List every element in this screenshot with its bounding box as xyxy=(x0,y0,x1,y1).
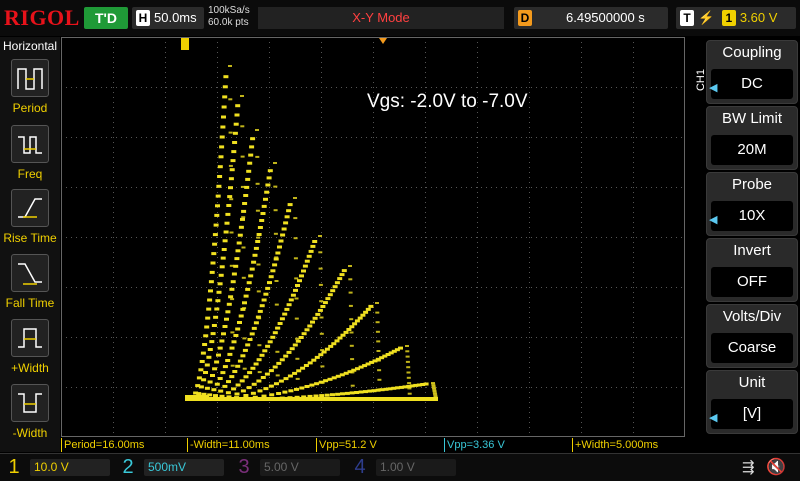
period-icon xyxy=(11,59,49,97)
channel-2[interactable]: 2 500mV xyxy=(116,454,226,481)
meas-vpp-ch1[interactable]: Vpp=51.2 V xyxy=(316,438,443,452)
trigger-source: 1 xyxy=(721,10,736,26)
meas-period[interactable]: Period=16.00ms xyxy=(61,438,186,452)
channel-4[interactable]: 4 1.00 V xyxy=(348,454,458,481)
top-status-bar: RIGOL T'D H 50.0ms 100kSa/s 60.0k pts X-Y… xyxy=(0,0,800,36)
rise-time-label: Rise Time xyxy=(3,231,57,245)
positive-width-icon xyxy=(11,319,49,357)
menu-title: Horizontal xyxy=(2,39,58,53)
trigger-level: 3.60 V xyxy=(739,10,778,25)
left-arrow-icon: ◀ xyxy=(709,412,718,424)
measure-negative-width-button[interactable]: -Width xyxy=(0,384,60,440)
coupling-value: DC xyxy=(711,69,793,99)
channel-4-number: 4 xyxy=(354,456,366,478)
meas-pos-width[interactable]: +Width=5.000ms xyxy=(572,438,699,452)
volts-div-button[interactable]: Volts/Div Coarse xyxy=(706,304,798,368)
left-arrow-icon: ◀ xyxy=(709,214,718,226)
trigger-tag: T xyxy=(680,10,694,26)
trigger-display[interactable]: T ⚡ 1 3.60 V xyxy=(676,7,796,29)
coupling-button[interactable]: Coupling DC ◀ xyxy=(706,40,798,104)
period-label: Period xyxy=(12,101,48,115)
sample-rate: 100kSa/s xyxy=(208,5,250,16)
probe-title: Probe xyxy=(731,176,773,193)
channel-2-number: 2 xyxy=(122,456,134,478)
invert-value: OFF xyxy=(711,267,793,297)
timebase-tag: H xyxy=(136,10,150,26)
invert-title: Invert xyxy=(733,242,771,259)
frequency-icon xyxy=(11,125,49,163)
annotation-label: Vgs: -2.0V to -7.0V xyxy=(367,91,528,112)
positive-width-label: +Width xyxy=(11,361,49,375)
horizontal-measure-menu: Horizontal Period Freq Rise Time Fall Ti… xyxy=(0,37,60,452)
mute-icon[interactable]: 🔇 xyxy=(766,457,786,477)
channel-4-scale: 1.00 V xyxy=(376,459,456,476)
probe-button[interactable]: Probe 10X ◀ xyxy=(706,172,798,236)
negative-width-icon xyxy=(11,384,49,422)
measurement-bar: Period=16.00ms -Width=11.00ms Vpp=51.2 V… xyxy=(61,438,700,452)
fall-time-label: Fall Time xyxy=(5,296,55,310)
channel-1-scale: 10.0 V xyxy=(30,459,110,476)
fall-time-icon xyxy=(11,254,49,292)
bw-limit-title: BW Limit xyxy=(722,110,782,127)
left-arrow-icon: ◀ xyxy=(709,82,718,94)
delay-value: 6.49500000 s xyxy=(566,10,645,25)
channel-2-scale: 500mV xyxy=(144,459,224,476)
unit-title: Unit xyxy=(738,374,766,391)
meas-vpp-ch2[interactable]: Vpp=3.36 V xyxy=(444,438,571,452)
freq-label: Freq xyxy=(17,167,43,181)
probe-value: 10X xyxy=(711,201,793,231)
usb-icon: ⇶ xyxy=(742,459,755,476)
negative-width-label: -Width xyxy=(12,426,48,440)
measure-fall-time-button[interactable]: Fall Time xyxy=(0,254,60,310)
measure-period-button[interactable]: Period xyxy=(0,59,60,115)
mode-label: X-Y Mode xyxy=(258,7,504,29)
timebase-display[interactable]: H 50.0ms xyxy=(132,7,204,29)
meas-neg-width[interactable]: -Width=11.00ms xyxy=(187,438,316,452)
timebase-value: 50.0ms xyxy=(154,10,197,25)
delay-tag: D xyxy=(518,10,532,26)
channel-1-number: 1 xyxy=(8,456,20,478)
delay-display[interactable]: D 6.49500000 s xyxy=(514,7,668,29)
channel-3-number: 3 xyxy=(238,456,250,478)
rise-time-icon xyxy=(11,189,49,227)
sample-points: 60.0k pts xyxy=(208,17,249,28)
measure-positive-width-button[interactable]: +Width xyxy=(0,319,60,375)
unit-value: [V] xyxy=(711,399,793,429)
coupling-title: Coupling xyxy=(722,44,782,61)
volts-div-value: Coarse xyxy=(711,333,793,363)
volts-div-title: Volts/Div xyxy=(722,308,782,325)
bw-limit-value: 20M xyxy=(711,135,793,165)
channel-3[interactable]: 3 5.00 V xyxy=(232,454,342,481)
bw-limit-button[interactable]: BW Limit 20M xyxy=(706,106,798,170)
unit-button[interactable]: Unit [V] ◀ xyxy=(706,370,798,434)
invert-button[interactable]: Invert OFF xyxy=(706,238,798,302)
channel-bar: 1 10.0 V 2 500mV 3 5.00 V 4 1.00 V ⇶ 🔇 xyxy=(0,453,800,481)
measure-freq-button[interactable]: Freq xyxy=(0,125,60,181)
trigger-edge-icon: ⚡ xyxy=(698,10,715,25)
measure-rise-time-button[interactable]: Rise Time xyxy=(0,189,60,245)
channel-3-scale: 5.00 V xyxy=(260,459,340,476)
channel-1[interactable]: 1 10.0 V xyxy=(2,454,112,481)
channel-menu: Coupling DC ◀ BW Limit 20M Probe 10X ◀ I… xyxy=(706,37,800,452)
sample-info: 100kSa/s 60.0k pts xyxy=(208,5,250,29)
trigger-status-badge: T'D xyxy=(84,7,128,29)
brand-logo: RIGOL xyxy=(4,5,80,30)
waveform-display[interactable]: Vgs: -2.0V to -7.0V xyxy=(61,37,685,437)
